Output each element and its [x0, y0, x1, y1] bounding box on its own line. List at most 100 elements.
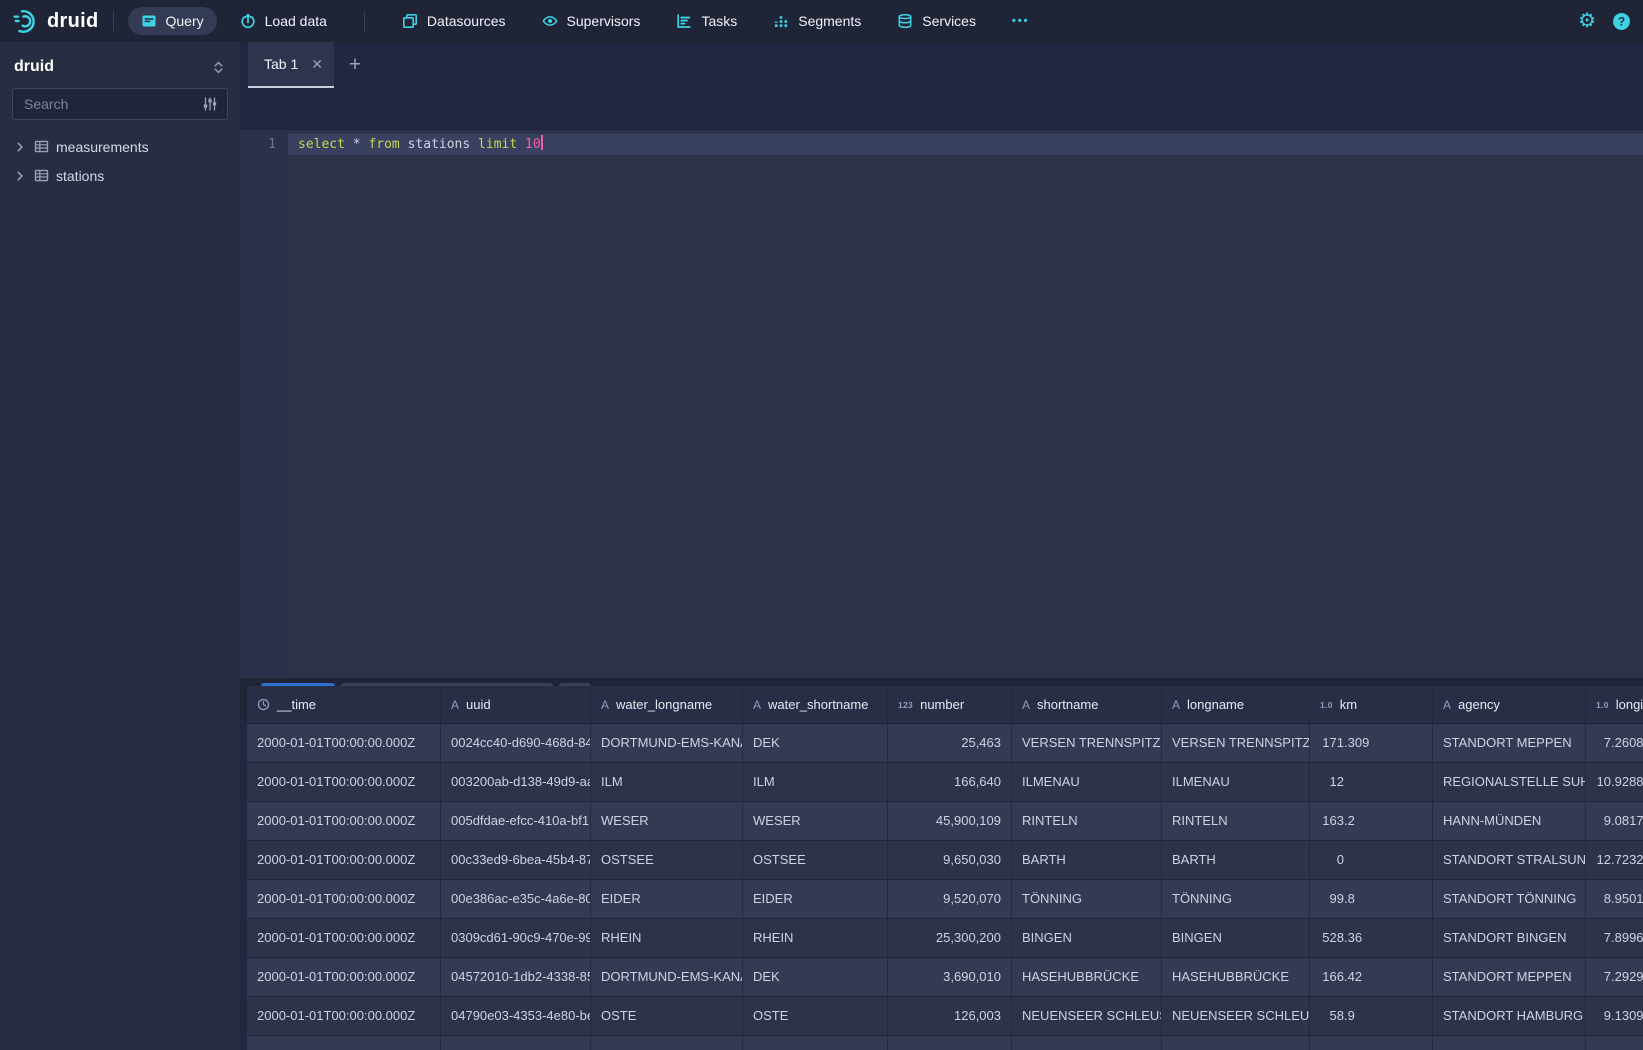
gear-icon[interactable]: ⚙ — [1578, 11, 1596, 31]
cell-km[interactable]: 0 — [1310, 841, 1433, 879]
cell-water_shortname[interactable]: DEK — [743, 958, 888, 996]
cell-__time[interactable]: 2000-01-01T00:00:00.000Z — [247, 763, 441, 801]
cell-longname[interactable]: BARTH — [1162, 841, 1310, 879]
nav-item-query[interactable]: Query — [128, 7, 217, 35]
new-tab-button[interactable]: + — [334, 42, 376, 88]
column-header-longname[interactable]: Alongname — [1162, 686, 1310, 723]
cell-water_longname[interactable]: OSTE — [591, 997, 743, 1035]
column-header-number[interactable]: 123number — [888, 686, 1012, 723]
cell-uuid[interactable]: 04572010-1db2-4338-85 — [441, 958, 591, 996]
cell-number[interactable]: 9,650,030 — [888, 841, 1012, 879]
cell-water_longname[interactable]: DORTMUND-EMS-KANAL — [591, 724, 743, 762]
cell-longitude[interactable]: 7.292912 — [1586, 958, 1643, 996]
cell-number[interactable]: 3,690,010 — [888, 958, 1012, 996]
cell-shortname[interactable]: TÖNNING — [1012, 880, 1162, 918]
cell-km[interactable]: 99.8 — [1310, 880, 1433, 918]
cell-water_shortname[interactable]: RHEIN — [743, 919, 888, 957]
cell-number[interactable]: 9,520,070 — [888, 880, 1012, 918]
column-header-water_longname[interactable]: Awater_longname — [591, 686, 743, 723]
cell-longitude[interactable]: 8.950149 — [1586, 880, 1643, 918]
cell-water_longname[interactable]: OSTSEE — [591, 841, 743, 879]
cell-longname[interactable]: BINGEN — [1162, 919, 1310, 957]
cell-agency[interactable]: STANDORT STRALSUND — [1433, 841, 1586, 879]
nav-item-supervisors[interactable]: Supervisors — [529, 7, 654, 35]
cell-agency[interactable]: STANDORT MEPPEN — [1433, 724, 1586, 762]
cell-shortname[interactable]: BARTH — [1012, 841, 1162, 879]
cell-shortname[interactable]: BINGEN — [1012, 919, 1162, 957]
schema-selector[interactable]: druid — [0, 42, 240, 88]
cell-__time[interactable]: 2000-01-01T00:00:00.000Z — [247, 997, 441, 1035]
cell-shortname[interactable]: NEUENSEER SCHLEUSEN — [1012, 997, 1162, 1035]
cell-longname[interactable]: ILMENAU — [1162, 763, 1310, 801]
tab-close-icon[interactable]: ✕ — [311, 56, 323, 73]
cell-longitude[interactable]: 12.723220 — [1586, 841, 1643, 879]
column-header-uuid[interactable]: Auuid — [441, 686, 591, 723]
nav-item-segments[interactable]: Segments — [760, 7, 874, 35]
cell-water_shortname[interactable]: ILM — [743, 763, 888, 801]
cell-__time[interactable]: 2000-01-01T00:00:00.000Z — [247, 802, 441, 840]
cell-km[interactable]: 528.36 — [1310, 919, 1433, 957]
cell-__time[interactable]: 2000-01-01T00:00:00.000Z — [247, 958, 441, 996]
cell-shortname[interactable]: RINTELN — [1012, 802, 1162, 840]
cell-number[interactable]: 25,463 — [888, 724, 1012, 762]
cell-agency[interactable]: STANDORT BINGEN — [1433, 919, 1586, 957]
nav-item-datasources[interactable]: Datasources — [389, 7, 519, 35]
cell-longitude[interactable]: 9.130902 — [1586, 997, 1643, 1035]
cell-km[interactable]: 58.9 — [1310, 997, 1433, 1035]
sidebar-table-stations[interactable]: stations — [0, 161, 240, 190]
cell-shortname[interactable]: HASEHUBBRÜCKE — [1012, 958, 1162, 996]
cell-agency[interactable]: REGIONALSTELLE SUHL — [1433, 763, 1586, 801]
cell-uuid[interactable]: 0309cd61-90c9-470e-99 — [441, 919, 591, 957]
cell-uuid[interactable]: 00c33ed9-6bea-45b4-87 — [441, 841, 591, 879]
cell-uuid[interactable]: 0024cc40-d690-468d-84 — [441, 724, 591, 762]
nav-item-services[interactable]: Services — [884, 7, 989, 35]
cell-km[interactable]: 166.42 — [1310, 958, 1433, 996]
cell-shortname[interactable]: VERSEN TRENNSPITZE — [1012, 724, 1162, 762]
tab-tab1[interactable]: Tab 1 ✕ — [248, 42, 334, 88]
column-header-agency[interactable]: Aagency — [1433, 686, 1586, 723]
cell-water_shortname[interactable]: OSTE — [743, 997, 888, 1035]
cell-uuid[interactable]: 04790e03-4353-4e80-be — [441, 997, 591, 1035]
filter-icon[interactable] — [202, 96, 218, 112]
cell-longname[interactable]: HASEHUBBRÜCKE — [1162, 958, 1310, 996]
cell-km[interactable]: 171.309 — [1310, 724, 1433, 762]
sidebar-table-measurements[interactable]: measurements — [0, 132, 240, 161]
cell-uuid[interactable]: 00e386ac-e35c-4a6e-80 — [441, 880, 591, 918]
cell-number[interactable]: 45,900,109 — [888, 802, 1012, 840]
editor-code-area[interactable]: select * from stations limit 10 — [288, 130, 1643, 678]
nav-item-tasks[interactable]: Tasks — [663, 7, 750, 35]
cell-agency[interactable]: HANN-MÜNDEN — [1433, 802, 1586, 840]
nav-item-more[interactable]: ••• — [999, 9, 1043, 33]
cell-water_longname[interactable]: ILM — [591, 763, 743, 801]
column-header-longitude[interactable]: 1.0longitude — [1586, 686, 1643, 723]
cell-longitude[interactable]: 7.260856 — [1586, 724, 1643, 762]
cell-km[interactable]: 163.2 — [1310, 802, 1433, 840]
cell-__time[interactable]: 2000-01-01T00:00:00.000Z — [247, 919, 441, 957]
cell-number[interactable]: 126,003 — [888, 997, 1012, 1035]
cell-agency[interactable]: STANDORT TÖNNING — [1433, 880, 1586, 918]
cell-longitude[interactable]: 10.928842 — [1586, 763, 1643, 801]
cell-longname[interactable]: NEUENSEER SCHLEUSEN — [1162, 997, 1310, 1035]
cell-longitude[interactable]: 7.899667 — [1586, 919, 1643, 957]
cell-agency[interactable]: STANDORT HAMBURG — [1433, 997, 1586, 1035]
cell-number[interactable]: 166,640 — [888, 763, 1012, 801]
cell-water_shortname[interactable]: DEK — [743, 724, 888, 762]
cell-longitude[interactable]: 9.081704 — [1586, 802, 1643, 840]
cell-number[interactable]: 25,300,200 — [888, 919, 1012, 957]
column-header-__time[interactable]: __time — [247, 686, 441, 723]
cell-water_longname[interactable]: RHEIN — [591, 919, 743, 957]
cell-longname[interactable]: TÖNNING — [1162, 880, 1310, 918]
cell-uuid[interactable]: 005dfdae-efcc-410a-bf1 — [441, 802, 591, 840]
cell-km[interactable]: 12 — [1310, 763, 1433, 801]
help-icon[interactable]: ? — [1612, 12, 1631, 31]
cell-__time[interactable]: 2000-01-01T00:00:00.000Z — [247, 880, 441, 918]
cell-water_longname[interactable]: EIDER — [591, 880, 743, 918]
cell-longname[interactable]: RINTELN — [1162, 802, 1310, 840]
cell-longname[interactable]: VERSEN TRENNSPITZE — [1162, 724, 1310, 762]
cell-shortname[interactable]: ILMENAU — [1012, 763, 1162, 801]
column-header-km[interactable]: 1.0km — [1310, 686, 1433, 723]
cell-agency[interactable]: STANDORT MEPPEN — [1433, 958, 1586, 996]
cell-water_longname[interactable]: DORTMUND-EMS-KANAL — [591, 958, 743, 996]
cell-water_longname[interactable]: WESER — [591, 802, 743, 840]
cell-water_shortname[interactable]: EIDER — [743, 880, 888, 918]
